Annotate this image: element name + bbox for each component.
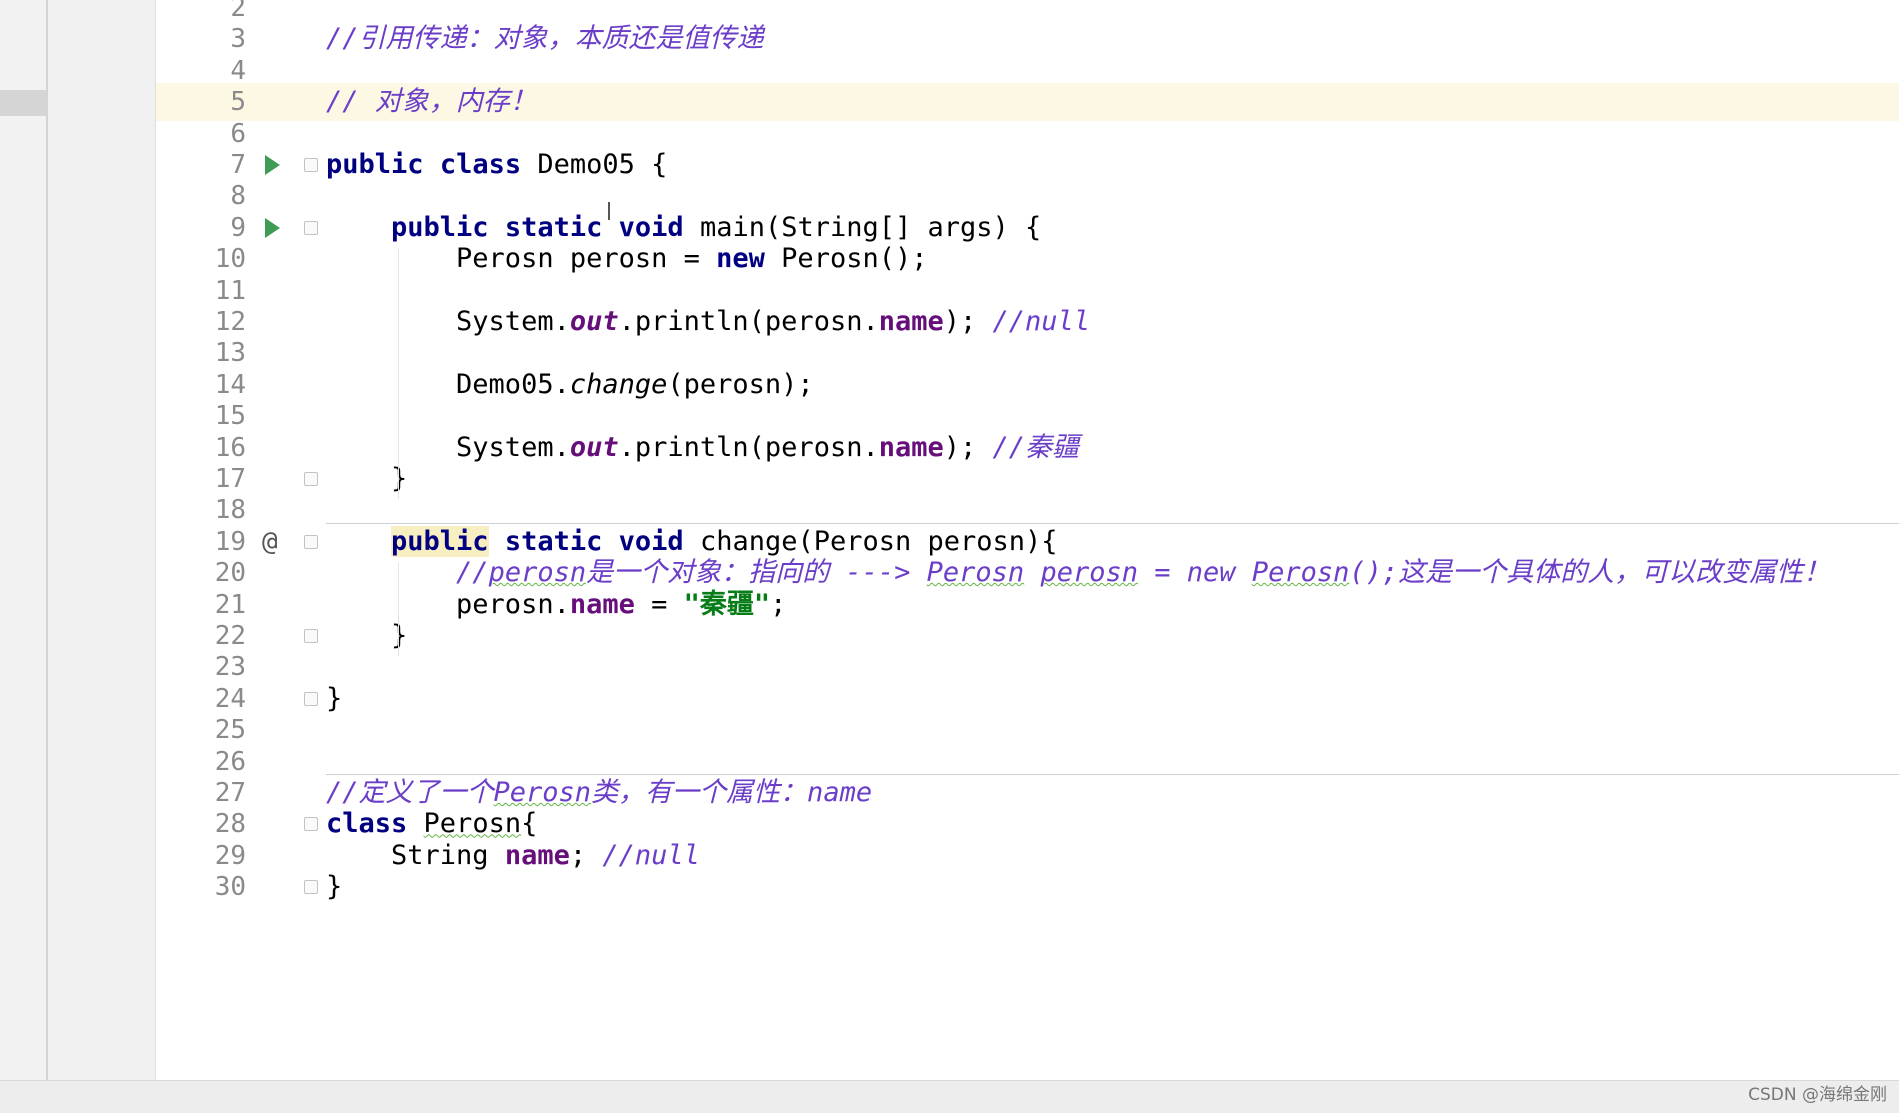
code-token: Perosn	[926, 557, 1025, 589]
code-token: );	[943, 306, 993, 337]
code-token: change(Perosn perosn){	[683, 525, 1058, 557]
code-token: //秦疆	[992, 431, 1080, 463]
code-token: Perosn();	[764, 243, 928, 275]
fold-marker-icon[interactable]	[304, 817, 318, 832]
code-token: Perosn perosn =	[326, 243, 717, 275]
code-token: perosn.	[326, 588, 570, 620]
code-token: public	[391, 211, 489, 243]
code-token: class	[326, 808, 408, 840]
code-token: //引用传递：对象，本质还是值传递	[326, 23, 764, 55]
left-tool-strip	[0, 0, 48, 1113]
code-token: static	[504, 211, 603, 243]
line-number: 30	[214, 872, 246, 903]
code-token: out	[569, 306, 619, 337]
code-token: void	[618, 525, 684, 557]
code-token: change	[569, 368, 668, 400]
watermark: CSDN @海绵金刚	[1748, 1085, 1887, 1105]
code-token: out	[569, 431, 619, 463]
code-token: Perosn	[1251, 557, 1350, 589]
code-token: class	[439, 149, 522, 180]
code-token: void	[618, 211, 684, 243]
fold-marker-icon[interactable]	[304, 534, 318, 549]
code-token: Perosn	[423, 808, 522, 840]
fold-marker-icon[interactable]	[304, 158, 318, 172]
code-token: Perosn	[493, 777, 592, 808]
code-token: Demo05.	[326, 368, 570, 400]
code-token: }	[326, 620, 408, 651]
code-token: {	[521, 808, 538, 840]
code-token: name	[569, 588, 635, 620]
code-token: public	[326, 149, 424, 180]
run-gutter-icon[interactable]	[265, 217, 280, 238]
code-token: ();这是一个具体的人，可以改变属性！	[1349, 557, 1831, 589]
method-separator	[326, 522, 1899, 524]
indent-guide	[398, 562, 399, 657]
fold-marker-icon[interactable]	[304, 629, 318, 643]
code-token: = new	[1138, 557, 1252, 589]
code-token: //null	[602, 839, 700, 871]
code-token: "秦疆"	[683, 588, 771, 620]
bottom-scroll-bar[interactable]: CSDN @海绵金刚	[0, 1080, 1899, 1113]
code-token: System.	[326, 306, 570, 337]
code-token: String	[326, 839, 505, 871]
code-token: //定义了一个	[326, 777, 494, 808]
code-token: }	[326, 463, 408, 494]
code-token: //null	[992, 306, 1091, 337]
code-token: ;	[569, 839, 603, 871]
code-token: public	[391, 525, 489, 557]
code-token: perosn	[488, 557, 587, 589]
code-token: .println(perosn.	[618, 431, 879, 463]
code-token: new	[716, 243, 765, 275]
code-token: );	[943, 431, 993, 463]
fold-marker-icon[interactable]	[304, 691, 318, 706]
code-token: perosn	[1040, 557, 1139, 589]
left-strip-marker	[0, 90, 46, 116]
code-token: =	[634, 588, 684, 620]
code-line[interactable]: 30}	[156, 868, 1899, 906]
code-token: }	[326, 871, 343, 903]
run-gutter-icon[interactable]	[265, 155, 280, 175]
editor-gutter[interactable]	[48, 0, 156, 1113]
fold-marker-icon[interactable]	[304, 220, 318, 235]
code-editor[interactable]: 2 3//引用传递：对象，本质还是值传递 4 5// 对象，内存！ 6 7 public c…	[156, 0, 1899, 1080]
code-token: ;	[770, 588, 787, 620]
code-token: }	[326, 682, 343, 714]
fold-marker-icon[interactable]	[304, 472, 318, 486]
code-token: name	[878, 306, 944, 337]
method-separator	[326, 774, 1899, 775]
code-token: name	[878, 431, 944, 463]
code-token: 类，有一个属性：name	[591, 777, 873, 808]
code-token: name	[504, 839, 570, 871]
code-token: // 对象，内存！	[326, 86, 537, 118]
code-token: System.	[326, 431, 570, 463]
fold-marker-icon[interactable]	[304, 880, 318, 895]
code-token: static	[504, 525, 603, 557]
code-token: (perosn);	[667, 368, 814, 400]
indent-guide	[398, 248, 399, 500]
code-token: Demo05 {	[521, 149, 668, 180]
code-token: //	[456, 557, 489, 589]
code-token: .println(perosn.	[618, 306, 879, 337]
code-text[interactable]: }	[326, 868, 1899, 906]
code-token: 是一个对象：指向的 --->	[586, 557, 927, 589]
code-token: main(String[] args) {	[683, 211, 1042, 243]
